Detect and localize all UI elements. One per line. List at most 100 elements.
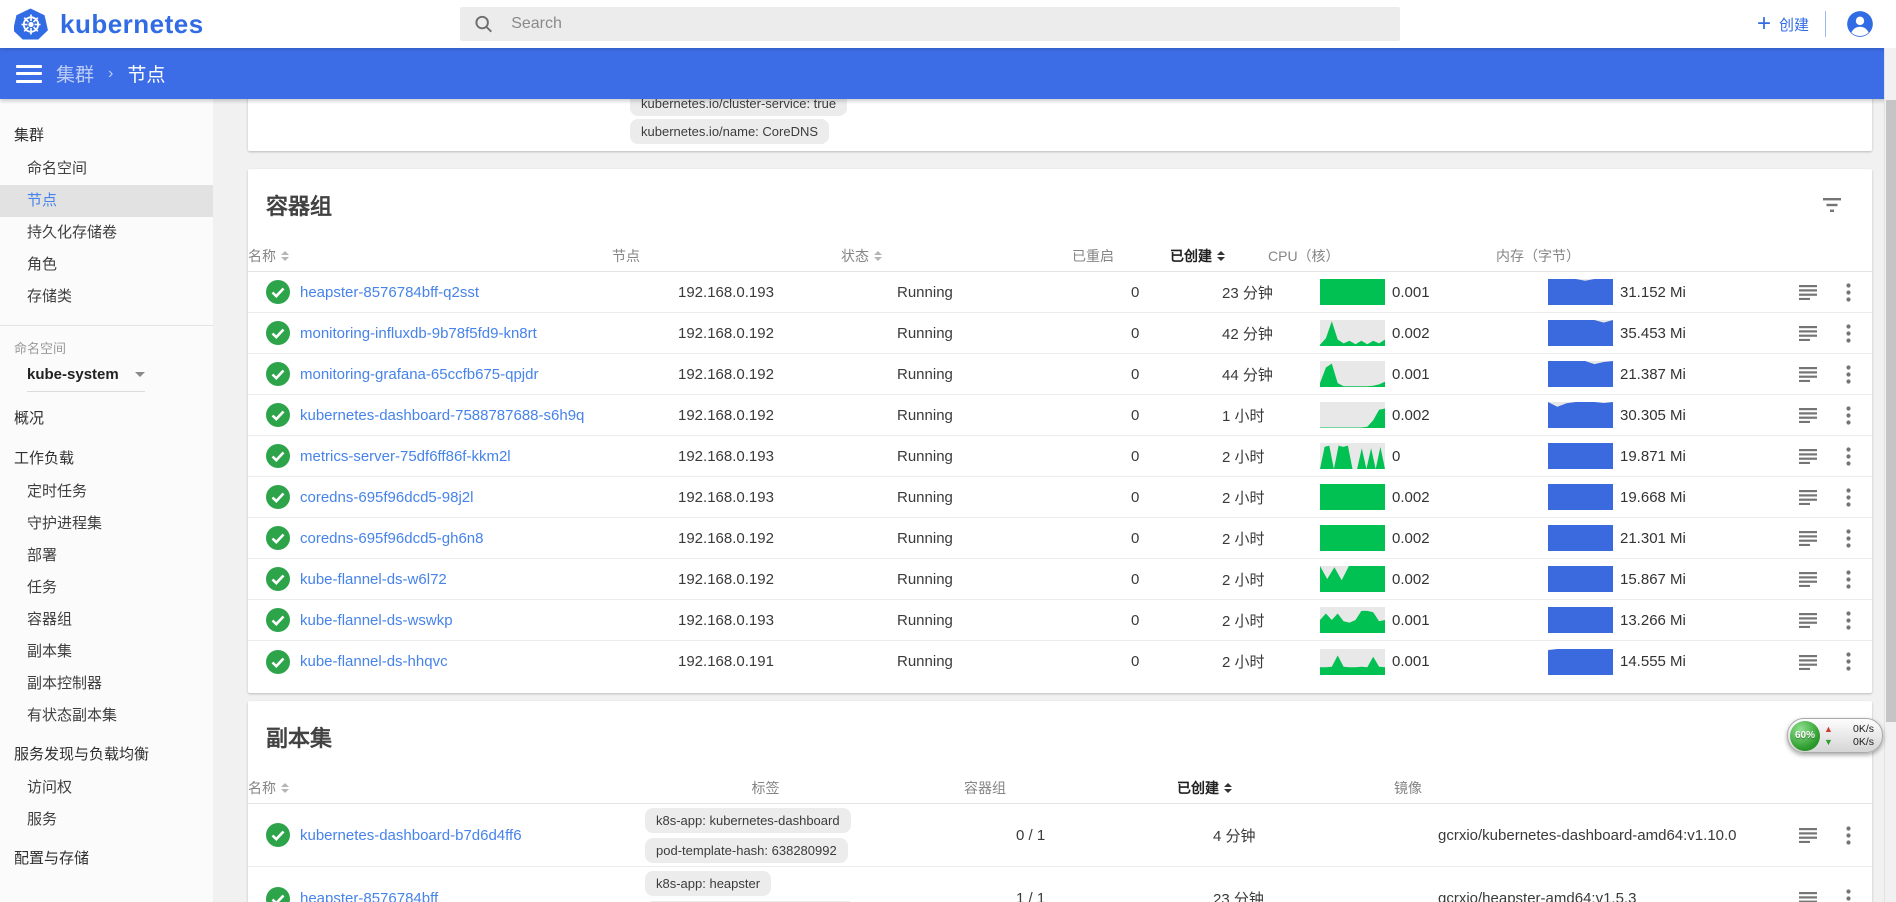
sidebar-item-cluster[interactable]: 集群 xyxy=(0,119,213,153)
node-labels-card: kubernetes.io/cluster-service: true kuber… xyxy=(248,99,1872,151)
pod-status-cell: Running xyxy=(893,366,1124,383)
pod-status-ok xyxy=(248,361,300,387)
sidebar-item-overview[interactable]: 概况 xyxy=(0,402,213,436)
pod-node-cell: 192.168.0.193 xyxy=(664,284,893,301)
sidebar-item-deployments[interactable]: 部署 xyxy=(0,540,213,572)
sidebar-item-workloads[interactable]: 工作负载 xyxy=(0,442,213,476)
pod-name-link[interactable]: metrics-server-75df6ff86f-kkm2l xyxy=(300,448,511,465)
account-button[interactable] xyxy=(1842,6,1878,42)
sidebar-item-replication-controllers[interactable]: 副本控制器 xyxy=(0,668,213,700)
rs-column-header-name[interactable]: 名称 xyxy=(248,778,581,798)
sidebar-item-roles[interactable]: 角色 xyxy=(0,249,213,281)
row-menu-button[interactable] xyxy=(1842,822,1855,849)
pod-created-cell: 1 小时 xyxy=(1222,405,1320,426)
row-menu-button[interactable] xyxy=(1842,402,1855,429)
logs-button[interactable] xyxy=(1795,650,1821,674)
logs-button[interactable] xyxy=(1795,567,1821,591)
sidebar-item-nodes[interactable]: 节点 xyxy=(0,185,213,217)
row-menu-button[interactable] xyxy=(1842,443,1855,470)
page-scrollbar-thumb[interactable] xyxy=(1886,100,1896,722)
pod-menu-cell xyxy=(1842,566,1872,593)
rs-menu-cell xyxy=(1842,822,1872,849)
column-header-name[interactable]: 名称 xyxy=(248,246,612,266)
cpu-sparkline xyxy=(1320,402,1385,428)
logs-button[interactable] xyxy=(1795,280,1821,304)
memory-sparkline xyxy=(1548,525,1613,551)
sparkline-chart xyxy=(1548,361,1613,387)
row-menu-button[interactable] xyxy=(1842,885,1855,902)
label-chip: kubernetes.io/name: CoreDNS xyxy=(630,119,829,144)
row-menu-button[interactable] xyxy=(1842,484,1855,511)
logs-button[interactable] xyxy=(1795,823,1821,847)
pod-name-link[interactable]: kubernetes-dashboard-7588787688-s6h9q xyxy=(300,407,584,424)
breadcrumb-parent-link[interactable]: 集群 xyxy=(56,60,94,87)
rs-name-link[interactable]: heapster-8576784bff xyxy=(300,890,438,902)
pod-menu-cell xyxy=(1842,361,1872,388)
logs-button[interactable] xyxy=(1795,485,1821,509)
cpu-value: 0.002 xyxy=(1392,489,1430,506)
pod-name-link[interactable]: kube-flannel-ds-hhqvc xyxy=(300,653,448,670)
rs-labels-cell: k8s-app: kubernetes-dashboardpod-templat… xyxy=(633,808,990,863)
column-header-label: 状态 xyxy=(841,246,869,266)
logs-button[interactable] xyxy=(1795,608,1821,632)
column-header-label: 内存（字节） xyxy=(1496,246,1580,266)
pod-name-link[interactable]: kube-flannel-ds-w6l72 xyxy=(300,571,447,588)
column-header-created[interactable]: 已创建 xyxy=(1170,246,1268,266)
logs-button[interactable] xyxy=(1795,887,1821,902)
pod-name-link[interactable]: heapster-8576784bff-q2sst xyxy=(300,284,479,301)
status-ok-icon xyxy=(265,484,291,510)
logs-button[interactable] xyxy=(1795,444,1821,468)
pod-name-link[interactable]: coredns-695f96dcd5-98j2l xyxy=(300,489,473,506)
logs-button[interactable] xyxy=(1795,526,1821,550)
sidebar-item-storage-classes[interactable]: 存储类 xyxy=(0,281,213,313)
search-input[interactable] xyxy=(511,15,1386,33)
pod-name-link[interactable]: monitoring-influxdb-9b78f5fd9-kn8rt xyxy=(300,325,537,342)
row-menu-button[interactable] xyxy=(1842,279,1855,306)
hamburger-menu-button[interactable] xyxy=(16,65,42,83)
brand[interactable]: kubernetes xyxy=(0,8,460,41)
pod-node-cell: 192.168.0.192 xyxy=(664,366,893,383)
sidebar-item-replica-sets[interactable]: 副本集 xyxy=(0,636,213,668)
sidebar-item-stateful-sets[interactable]: 有状态副本集 xyxy=(0,700,213,732)
namespace-select[interactable]: kube-system xyxy=(27,366,145,392)
column-header-status[interactable]: 状态 xyxy=(841,246,1072,266)
logs-button[interactable] xyxy=(1795,403,1821,427)
sidebar-item-config-storage[interactable]: 配置与存储 xyxy=(0,842,213,876)
sidebar-item-jobs[interactable]: 任务 xyxy=(0,572,213,604)
row-menu-button[interactable] xyxy=(1842,361,1855,388)
sidebar-item-namespaces[interactable]: 命名空间 xyxy=(0,153,213,185)
page-scrollbar[interactable] xyxy=(1884,48,1896,902)
pod-memory-cell: 19.871 Mi xyxy=(1548,443,1795,469)
rs-name-link[interactable]: kubernetes-dashboard-b7d6d4ff6 xyxy=(300,827,522,844)
cpu-value: 0.001 xyxy=(1392,284,1430,301)
sidebar-item-persistent-volumes[interactable]: 持久化存储卷 xyxy=(0,217,213,249)
logs-button[interactable] xyxy=(1795,321,1821,345)
sidebar-item-discovery[interactable]: 服务发现与负载均衡 xyxy=(0,738,213,772)
row-menu-button[interactable] xyxy=(1842,525,1855,552)
row-menu-button[interactable] xyxy=(1842,648,1855,675)
cpu-value: 0.001 xyxy=(1392,366,1430,383)
logs-button[interactable] xyxy=(1795,362,1821,386)
row-menu-button[interactable] xyxy=(1842,566,1855,593)
sidebar-item-cron-jobs[interactable]: 定时任务 xyxy=(0,476,213,508)
pod-logs-cell xyxy=(1795,321,1842,345)
row-menu-button[interactable] xyxy=(1842,320,1855,347)
pod-name-link[interactable]: monitoring-grafana-65ccfb675-qpjdr xyxy=(300,366,538,383)
net-monitor-widget[interactable]: 60% ▲ 0K/s ▼ 0K/s xyxy=(1787,718,1883,753)
rs-column-header-created[interactable]: 已创建 xyxy=(1161,778,1386,798)
label-chip: kubernetes.io/cluster-service: true xyxy=(630,99,847,116)
pod-logs-cell xyxy=(1795,444,1842,468)
pod-status-cell: Running xyxy=(893,530,1124,547)
sidebar-item-services[interactable]: 服务 xyxy=(0,804,213,836)
create-button[interactable]: + 创建 xyxy=(1757,14,1809,35)
sidebar-item-ingresses[interactable]: 访问权 xyxy=(0,772,213,804)
row-menu-button[interactable] xyxy=(1842,607,1855,634)
pod-name-link[interactable]: kube-flannel-ds-wswkp xyxy=(300,612,453,629)
search-box[interactable] xyxy=(460,7,1400,41)
filter-button[interactable] xyxy=(1818,193,1846,217)
pod-status-cell: Running xyxy=(893,571,1124,588)
sparkline-chart xyxy=(1548,649,1613,675)
pod-name-link[interactable]: coredns-695f96dcd5-gh6n8 xyxy=(300,530,483,547)
sidebar-item-daemon-sets[interactable]: 守护进程集 xyxy=(0,508,213,540)
sidebar-item-pods[interactable]: 容器组 xyxy=(0,604,213,636)
